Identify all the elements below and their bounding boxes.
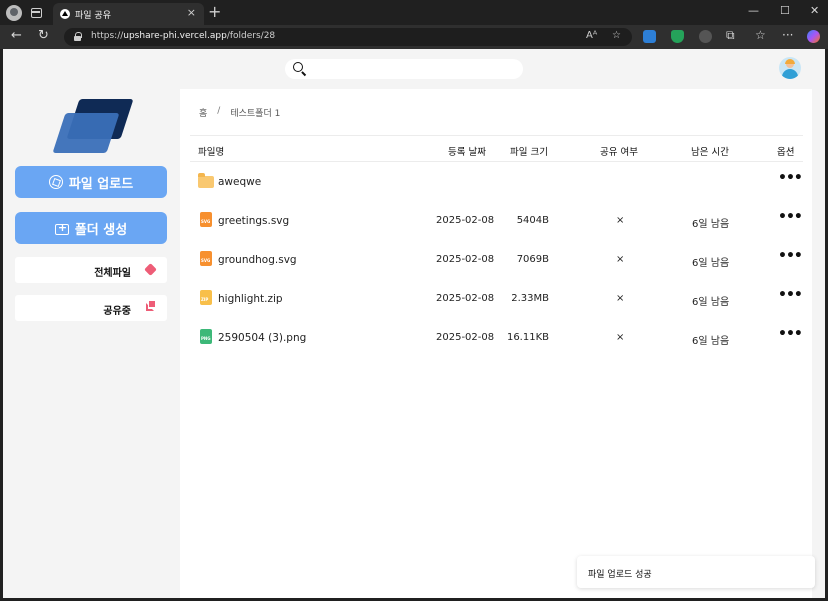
favorites-icon[interactable]: ☆: [755, 28, 766, 42]
avatar[interactable]: [779, 57, 801, 79]
file-date: 2025-02-08: [436, 215, 495, 226]
browser-titlebar: 파일 공유 × + — ☐ ✕: [0, 0, 828, 25]
header-options: 옵션: [777, 147, 795, 158]
file-type-tag: SVG: [201, 219, 211, 224]
page: 파일 업로드 폴더 생성 전체파일 공유중 홈 / 테스트폴더 1 파일명 등록…: [3, 49, 825, 598]
remaining-time: 6일 남음: [692, 336, 730, 347]
toast-message: 파일 업로드 성공: [588, 570, 652, 580]
header-size: 파일 크기: [510, 147, 548, 158]
breadcrumb-separator: /: [217, 106, 221, 116]
table-row[interactable]: ZIP highlight.zip 2025-02-08 2.33MB × 6일…: [190, 279, 803, 318]
table-row[interactable]: SVG greetings.svg 2025-02-08 5404B × 6일 …: [190, 201, 803, 240]
file-date: 2025-02-08: [436, 254, 495, 265]
svg-file-icon: SVG: [200, 251, 212, 266]
upload-file-button[interactable]: 파일 업로드: [15, 166, 167, 198]
breadcrumb-current: 테스트폴더 1: [230, 109, 281, 119]
search-input[interactable]: [285, 59, 523, 79]
breadcrumb: 홈 / 테스트폴더 1: [199, 106, 280, 119]
table-row[interactable]: PNG 2590504 (3).png 2025-02-08 16.11KB ×…: [190, 318, 803, 357]
more-options-icon[interactable]: •••: [778, 288, 803, 302]
more-options-icon[interactable]: •••: [778, 210, 803, 224]
refresh-button[interactable]: ↻: [38, 28, 49, 44]
new-tab-button[interactable]: +: [208, 3, 221, 21]
more-options-icon[interactable]: •••: [778, 327, 803, 341]
file-name[interactable]: highlight.zip: [218, 293, 283, 305]
more-options-icon[interactable]: •••: [778, 171, 803, 185]
file-type-tag: PNG: [201, 336, 211, 341]
sidebar-item-label: 전체파일: [94, 268, 131, 279]
file-name[interactable]: 2590504 (3).png: [218, 332, 306, 344]
extension-circle-icon[interactable]: [699, 30, 712, 43]
share-status: ×: [616, 293, 625, 304]
tag-icon: [144, 263, 157, 276]
maximize-button[interactable]: ☐: [780, 4, 790, 17]
tab-actions-icon[interactable]: [31, 8, 42, 18]
back-button[interactable]: ←: [11, 28, 22, 44]
file-table: 파일명 등록 날짜 파일 크기 공유 여부 남은 시간 옵션 aweqwe ••…: [190, 135, 803, 357]
file-type-tag: ZIP: [201, 297, 209, 302]
folder-icon: [198, 173, 214, 188]
logo[interactable]: [51, 97, 134, 155]
remaining-time: 6일 남음: [692, 297, 730, 308]
table-row[interactable]: SVG groundhog.svg 2025-02-08 7069B × 6일 …: [190, 240, 803, 279]
more-options-icon[interactable]: •••: [778, 249, 803, 263]
search-icon[interactable]: [293, 62, 306, 75]
close-window-button[interactable]: ✕: [810, 4, 819, 17]
upload-icon: [48, 175, 63, 189]
file-date: 2025-02-08: [436, 293, 495, 304]
favicon-icon: [60, 9, 70, 19]
browser-toolbar: ← ↻ https://upshare-phi.vercel.app/folde…: [0, 25, 828, 49]
file-type-tag: SVG: [201, 258, 211, 263]
file-size: 16.11KB: [506, 332, 549, 343]
minimize-button[interactable]: —: [748, 4, 759, 17]
remaining-time: 6일 남음: [692, 219, 730, 230]
address-bar[interactable]: https://upshare-phi.vercel.app/folders/2…: [64, 28, 632, 46]
share-icon: [146, 301, 155, 311]
header-date: 등록 날짜: [448, 147, 486, 158]
sidebar-item-label: 공유중: [103, 306, 131, 317]
folder-plus-icon: [54, 221, 69, 235]
file-panel: 홈 / 테스트폴더 1 파일명 등록 날짜 파일 크기 공유 여부 남은 시간 …: [180, 89, 812, 598]
url-text[interactable]: https://upshare-phi.vercel.app/folders/2…: [91, 31, 275, 41]
copilot-icon[interactable]: [807, 30, 820, 43]
browser-tab[interactable]: 파일 공유 ×: [53, 3, 204, 25]
create-folder-label: 폴더 생성: [74, 222, 128, 238]
profile-icon[interactable]: [6, 5, 22, 21]
tab-title: 파일 공유: [75, 11, 111, 21]
file-name[interactable]: aweqwe: [218, 176, 261, 188]
extension-icon[interactable]: [643, 30, 656, 43]
lock-icon[interactable]: [74, 32, 82, 41]
menu-icon[interactable]: ···: [782, 28, 793, 42]
header-shared: 공유 여부: [600, 147, 638, 158]
file-size: 5404B: [516, 215, 549, 226]
svg-file-icon: SVG: [200, 212, 212, 227]
shield-extension-icon[interactable]: [671, 30, 684, 43]
image-file-icon: PNG: [200, 329, 212, 344]
share-status: ×: [616, 332, 625, 343]
sidebar-item-shared[interactable]: 공유중: [15, 295, 167, 321]
file-size: 2.33MB: [511, 293, 549, 304]
favorite-star-icon[interactable]: ☆: [612, 30, 621, 41]
share-status: ×: [616, 254, 625, 265]
file-date: 2025-02-08: [436, 332, 495, 343]
file-size: 7069B: [516, 254, 549, 265]
breadcrumb-home[interactable]: 홈: [199, 106, 207, 119]
zip-file-icon: ZIP: [200, 290, 212, 305]
create-folder-button[interactable]: 폴더 생성: [15, 212, 167, 244]
tab-close-icon[interactable]: ×: [187, 6, 196, 19]
table-row[interactable]: aweqwe •••: [190, 162, 803, 201]
table-header: 파일명 등록 날짜 파일 크기 공유 여부 남은 시간 옵션: [190, 135, 803, 162]
upload-file-label: 파일 업로드: [68, 176, 134, 192]
header-remaining: 남은 시간: [691, 147, 729, 158]
toast-notification: 파일 업로드 성공: [577, 556, 815, 588]
sidebar-item-all-files[interactable]: 전체파일: [15, 257, 167, 283]
extensions-icon[interactable]: ⧉: [726, 28, 735, 43]
remaining-time: 6일 남음: [692, 258, 730, 269]
file-name[interactable]: groundhog.svg: [218, 254, 297, 266]
file-name[interactable]: greetings.svg: [218, 215, 289, 227]
header-name: 파일명: [198, 147, 225, 158]
read-aloud-icon[interactable]: Aᴬ: [586, 30, 597, 41]
share-status: ×: [616, 215, 625, 226]
